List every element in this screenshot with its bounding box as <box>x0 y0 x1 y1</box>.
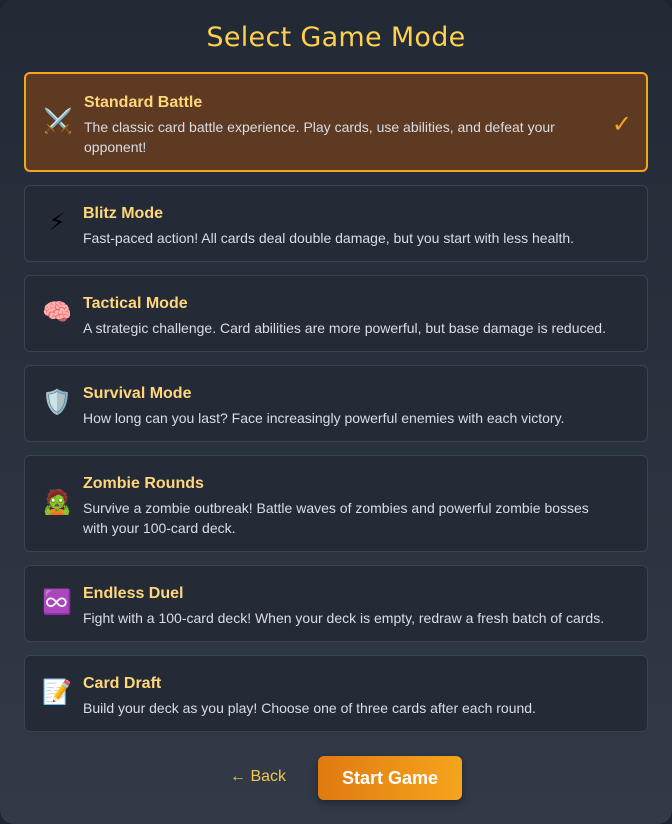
memo-icon: 📝 <box>42 679 72 706</box>
mode-list: ⚔️ Standard Battle The classic card batt… <box>24 72 648 745</box>
mode-description: Fight with a 100-card deck! When your de… <box>83 610 605 626</box>
mode-option-standard-battle[interactable]: ⚔️ Standard Battle The classic card batt… <box>24 72 648 172</box>
mode-description: The classic card battle experience. Play… <box>84 119 555 155</box>
start-game-button[interactable]: Start Game <box>318 756 462 800</box>
shield-icon: 🛡️ <box>42 389 72 416</box>
mode-name: Zombie Rounds <box>83 475 204 492</box>
mode-description: A strategic challenge. Card abilities ar… <box>83 320 606 336</box>
mode-option-blitz-mode[interactable]: ⚡ Blitz Mode Fast-paced action! All card… <box>24 185 648 262</box>
mode-description: How long can you last? Face increasingly… <box>83 410 565 426</box>
mode-option-endless-duel[interactable]: ♾️ Endless Duel Fight with a 100-card de… <box>24 565 648 642</box>
game-mode-dialog: Select Game Mode ⚔️ Standard Battle The … <box>0 0 672 824</box>
brain-icon: 🧠 <box>42 299 72 326</box>
page-title: Select Game Mode <box>206 22 466 53</box>
mode-description: Survive a zombie outbreak! Battle waves … <box>83 500 589 536</box>
checkmark-icon: ✓ <box>611 111 632 138</box>
mode-name: Tactical Mode <box>83 295 188 312</box>
mode-name: Blitz Mode <box>83 205 163 222</box>
lightning-icon: ⚡ <box>48 209 66 236</box>
mode-option-survival-mode[interactable]: 🛡️ Survival Mode How long can you last? … <box>24 365 648 442</box>
mode-option-card-draft[interactable]: 📝 Card Draft Build your deck as you play… <box>24 655 648 732</box>
mode-description: Build your deck as you play! Choose one … <box>83 700 536 716</box>
infinity-icon: ♾️ <box>42 589 72 616</box>
dialog-footer: ← Back Start Game <box>0 756 672 800</box>
zombie-icon: 🧟 <box>42 489 72 516</box>
mode-name: Card Draft <box>83 675 162 692</box>
mode-option-zombie-rounds[interactable]: 🧟 Zombie Rounds Survive a zombie outbrea… <box>24 455 648 552</box>
mode-name: Endless Duel <box>83 585 184 602</box>
mode-name: Standard Battle <box>84 94 203 111</box>
back-button[interactable]: ← Back <box>230 768 286 786</box>
mode-option-tactical-mode[interactable]: 🧠 Tactical Mode A strategic challenge. C… <box>24 275 648 352</box>
crossed-swords-icon: ⚔️ <box>43 108 73 135</box>
mode-description: Fast-paced action! All cards deal double… <box>83 230 575 246</box>
mode-name: Survival Mode <box>83 385 192 402</box>
